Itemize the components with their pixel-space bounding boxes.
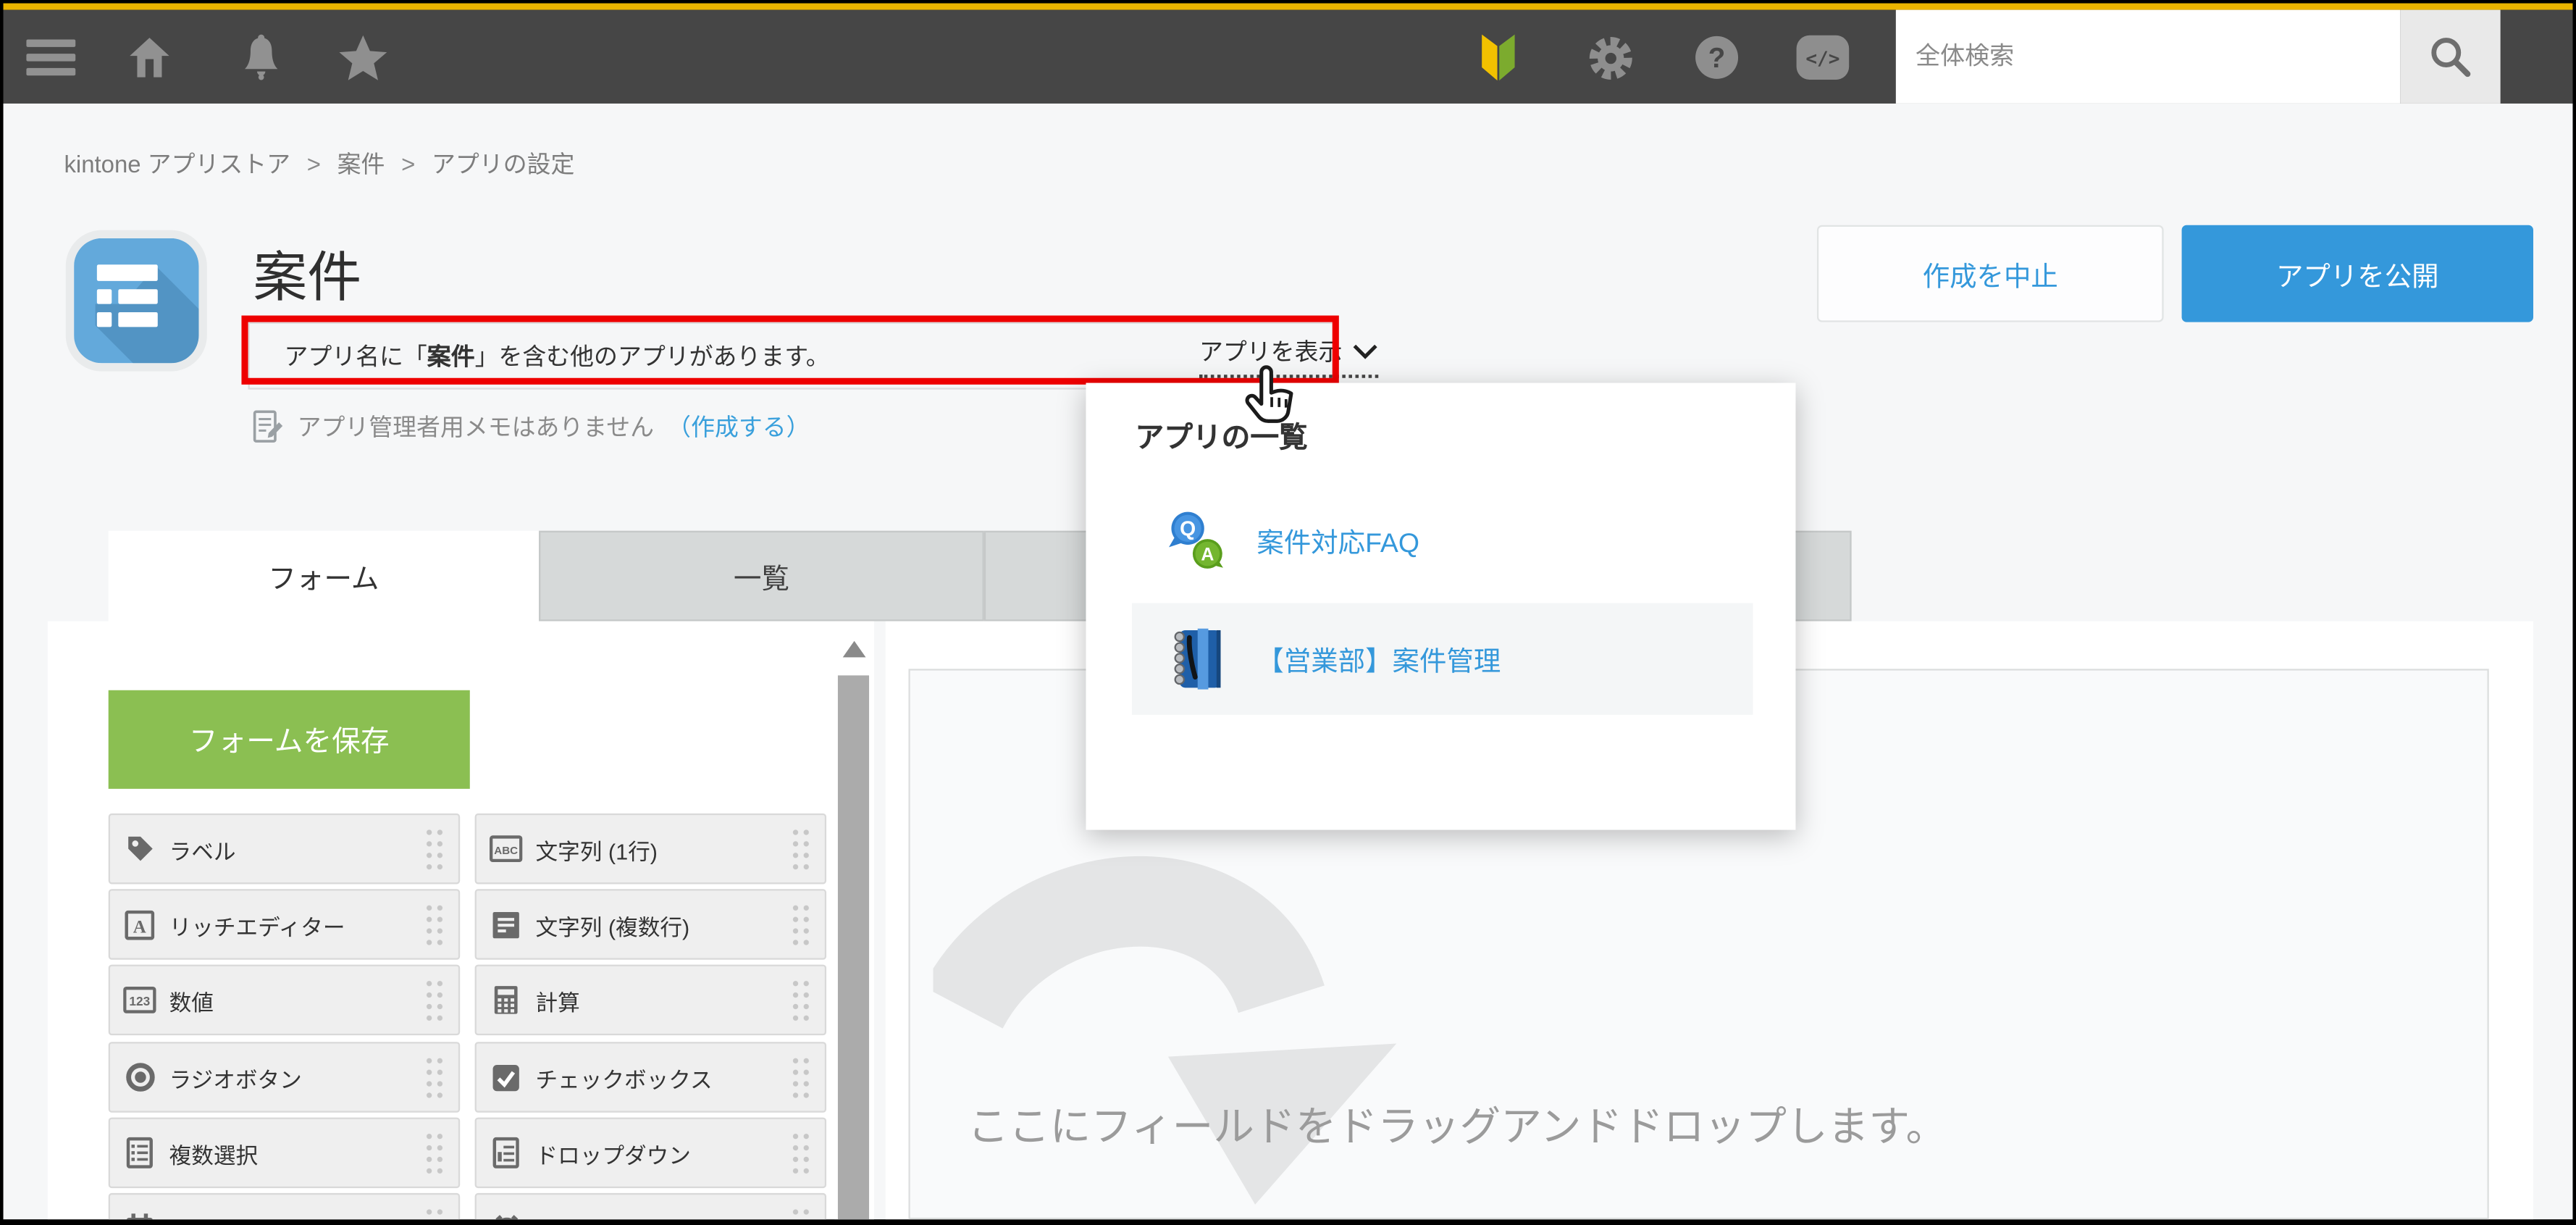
search-magnifier-icon — [2431, 38, 2471, 78]
help-button[interactable]: ? — [1692, 33, 1742, 82]
memo-text: アプリ管理者用メモはありません — [297, 415, 655, 443]
svg-text:A: A — [1201, 545, 1214, 565]
radio-icon — [123, 1061, 156, 1093]
bell-icon — [245, 34, 278, 80]
page-title: 案件 — [253, 246, 362, 308]
kintone-app-settings-screen: ? </> kintone アプリストア > 案件 > アプリの設定 — [0, 0, 2576, 1225]
notice-text: アプリ名に「案件」を含む他のアプリがあります。 — [284, 345, 830, 372]
search-button[interactable] — [2400, 9, 2501, 104]
calc-icon — [490, 984, 522, 1016]
palette-field-label[interactable]: ラベル — [108, 813, 461, 885]
code-icon: </> — [1795, 35, 1849, 80]
favorites-button[interactable] — [335, 31, 391, 84]
developer-tools-button[interactable]: </> — [1794, 35, 1850, 81]
star-icon — [339, 34, 387, 80]
qa-app-icon: Q A — [1169, 511, 1223, 569]
drag-handle — [424, 1054, 445, 1100]
breadcrumb-separator: > — [306, 152, 321, 180]
beginner-mark-icon — [1482, 34, 1515, 81]
drag-handle — [424, 901, 445, 948]
drag-handle — [790, 1205, 812, 1220]
time-icon — [490, 1212, 522, 1220]
notice-app-name: 案件 — [427, 345, 475, 372]
breadcrumb-separator: > — [401, 152, 416, 180]
text-multi-icon — [490, 908, 522, 940]
palette-field-checkbox[interactable]: チェックボックス — [474, 1042, 827, 1113]
text-single-icon: ABC — [490, 832, 523, 865]
settings-button[interactable] — [1584, 31, 1637, 84]
palette-field-multiselect[interactable]: 複数選択 — [108, 1117, 461, 1189]
palette-field-number[interactable]: 123 数値 — [108, 964, 461, 1036]
palette-field-dropdown[interactable]: ドロップダウン — [474, 1117, 827, 1189]
notifications-button[interactable] — [237, 31, 286, 84]
palette-field-text-single[interactable]: ABC 文字列 (1行) — [474, 813, 827, 885]
drag-handle — [790, 977, 812, 1024]
apps-popup-item-sales[interactable]: 【営業部】案件管理 — [1131, 603, 1753, 715]
palette-field-radio[interactable]: ラジオボタン — [108, 1042, 461, 1113]
drag-handle — [790, 901, 812, 948]
gear-icon — [1588, 35, 1632, 79]
hamburger-icon — [26, 39, 76, 76]
apps-popup-item-faq[interactable]: Q A 案件対応FAQ — [1131, 485, 1753, 597]
svg-text:A: A — [133, 916, 146, 936]
drag-handle — [424, 825, 445, 872]
palette-field-time[interactable]: 時刻 — [474, 1192, 827, 1220]
app-link-label: 【営業部】案件管理 — [1256, 647, 1501, 677]
palette-field-rich-editor[interactable]: A リッチエディター — [108, 889, 461, 960]
svg-text:Q: Q — [1180, 518, 1196, 541]
cancel-button[interactable]: 作成を中止 — [1816, 225, 2164, 322]
home-button[interactable] — [125, 33, 174, 82]
hand-cursor-icon — [1245, 365, 1293, 423]
app-icon — [65, 230, 207, 372]
global-header: ? </> — [3, 9, 2573, 104]
dropdown-icon — [490, 1137, 522, 1169]
svg-text:123: 123 — [129, 994, 150, 1008]
hamburger-menu-button[interactable] — [23, 38, 79, 77]
number-icon: 123 — [123, 984, 156, 1016]
chevron-down-icon — [1353, 343, 1377, 359]
palette-field-calc[interactable]: 計算 — [474, 964, 827, 1036]
page-content: kintone アプリストア > 案件 > アプリの設定 案件 アプリ名に「案件」を含む… — [3, 103, 2573, 1220]
beginner-guide-button[interactable] — [1475, 30, 1522, 85]
multiselect-icon — [123, 1137, 156, 1169]
publish-app-button[interactable]: アプリを公開 — [2181, 225, 2534, 322]
top-accent-bar — [3, 3, 2573, 10]
drag-handle — [790, 825, 812, 872]
breadcrumb-link-app[interactable]: 案件 — [337, 153, 385, 179]
apps-popup: アプリの一覧 Q A 案件対応FAQ 【営業部】案件管理 — [1086, 382, 1796, 830]
help-icon: ? — [1695, 35, 1739, 79]
palette-field-date[interactable]: 日付 — [108, 1192, 461, 1220]
memo-edit-icon — [253, 410, 283, 443]
duplicate-name-notice: アプリ名に「案件」を含む他のアプリがあります。 アプリを表示 — [248, 322, 1379, 390]
save-form-button[interactable]: フォームを保存 — [108, 690, 470, 789]
admin-memo-row: アプリ管理者用メモはありません （作成する） — [253, 409, 810, 444]
breadcrumb-current: アプリの設定 — [432, 152, 575, 180]
home-icon — [130, 38, 169, 78]
scroll-up-button[interactable] — [842, 640, 866, 658]
app-link-label: 案件対応FAQ — [1256, 529, 1420, 559]
drag-handle — [790, 1129, 812, 1176]
drag-handle — [790, 1054, 812, 1100]
drag-handle — [424, 977, 445, 1024]
drag-handle — [424, 1205, 445, 1220]
palette-field-text-multi[interactable]: 文字列 (複数行) — [474, 889, 827, 960]
memo-create-link[interactable]: （作成する） — [667, 409, 810, 444]
tab-list[interactable]: 一覧 — [539, 530, 984, 622]
rich-editor-icon: A — [123, 908, 156, 940]
checkbox-icon — [490, 1061, 522, 1093]
breadcrumb: kintone アプリストア > 案件 > アプリの設定 — [64, 146, 574, 181]
date-icon — [123, 1212, 156, 1220]
breadcrumb-link-appstore[interactable]: kintone アプリストア — [64, 153, 290, 179]
label-tag-icon — [123, 832, 156, 865]
svg-text:?: ? — [1708, 43, 1726, 74]
notebook-app-icon — [1174, 628, 1221, 690]
global-search-input[interactable] — [1895, 9, 2401, 104]
drag-handle — [424, 1129, 445, 1176]
palette-scrollbar — [834, 621, 874, 1220]
svg-text:ABC: ABC — [494, 845, 518, 857]
tab-form[interactable]: フォーム — [108, 530, 540, 622]
svg-text:</>: </> — [1805, 49, 1839, 70]
drop-hint-text: ここにフィールドをドラッグアンドドロップします。 — [968, 1104, 1947, 1150]
scrollbar-thumb[interactable] — [837, 675, 870, 1220]
